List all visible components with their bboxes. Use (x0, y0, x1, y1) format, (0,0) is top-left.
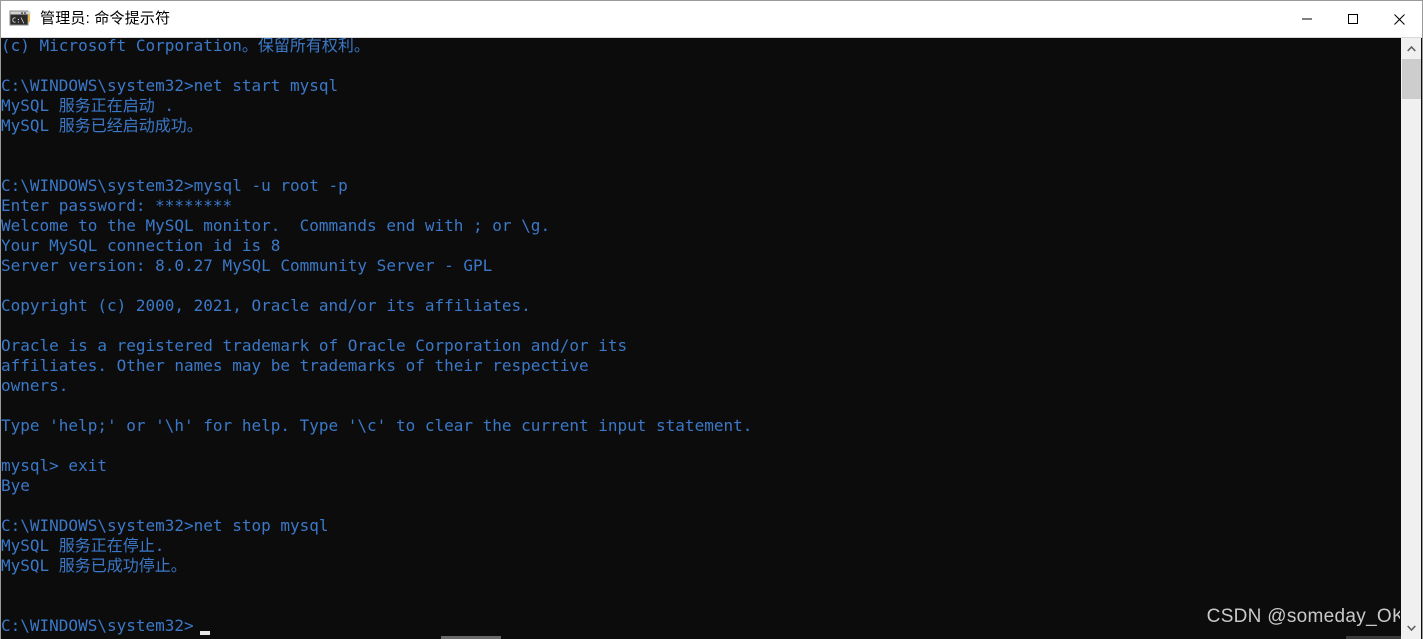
window-title: 管理员: 命令提示符 (40, 10, 171, 27)
console-line: affiliates. Other names may be trademark… (1, 356, 589, 375)
scroll-down-arrow-icon[interactable] (1401, 617, 1421, 638)
console-line: mysql> exit (1, 456, 107, 475)
console-output-area[interactable]: (c) Microsoft Corporation。保留所有权利。 C:\WIN… (1, 38, 1401, 639)
scroll-up-arrow-icon[interactable] (1401, 38, 1421, 59)
svg-text:C:\: C:\ (12, 17, 25, 25)
console-text: (c) Microsoft Corporation。保留所有权利。 C:\WIN… (1, 38, 1401, 636)
vertical-scrollbar[interactable] (1400, 38, 1421, 639)
cmd-icon: C:\ (9, 8, 31, 30)
console-line: Type 'help;' or '\h' for help. Type '\c'… (1, 416, 753, 435)
console-line: Bye (1, 476, 30, 495)
console-line: Server version: 8.0.27 MySQL Community S… (1, 256, 493, 275)
console-line: MySQL 服务已经启动成功。 (1, 116, 203, 135)
command-prompt-window: C:\ 管理员: 命令提示符 (c) Microsoft Corporation… (0, 0, 1423, 639)
console-line: Oracle is a registered trademark of Orac… (1, 336, 628, 355)
console-line: (c) Microsoft Corporation。保留所有权利。 (1, 38, 370, 55)
console-line: Enter password: ******** (1, 196, 233, 215)
maximize-button[interactable] (1330, 1, 1376, 37)
console-line: C:\WINDOWS\system32> (1, 616, 194, 635)
console-line: MySQL 服务正在启动 . (1, 96, 175, 115)
console-line: Your MySQL connection id is 8 (1, 236, 281, 255)
console-line: C:\WINDOWS\system32>net stop mysql (1, 516, 329, 535)
minimize-button[interactable] (1284, 1, 1330, 37)
vertical-scroll-thumb[interactable] (1402, 59, 1421, 99)
console-line: owners. (1, 376, 69, 395)
close-button[interactable] (1376, 1, 1422, 37)
console-line: MySQL 服务正在停止. (1, 536, 165, 555)
console-line: Welcome to the MySQL monitor. Commands e… (1, 216, 551, 235)
watermark-text: CSDN @someday_OK (1206, 606, 1405, 627)
horizontal-scrollbar[interactable] (1, 635, 1401, 639)
console-line: C:\WINDOWS\system32>net start mysql (1, 76, 339, 95)
console-line: Copyright (c) 2000, 2021, Oracle and/or … (1, 296, 531, 315)
console-line: MySQL 服务已成功停止。 (1, 556, 187, 575)
console-line: C:\WINDOWS\system32>mysql -u root -p (1, 176, 348, 195)
window-titlebar[interactable]: C:\ 管理员: 命令提示符 (1, 1, 1422, 38)
